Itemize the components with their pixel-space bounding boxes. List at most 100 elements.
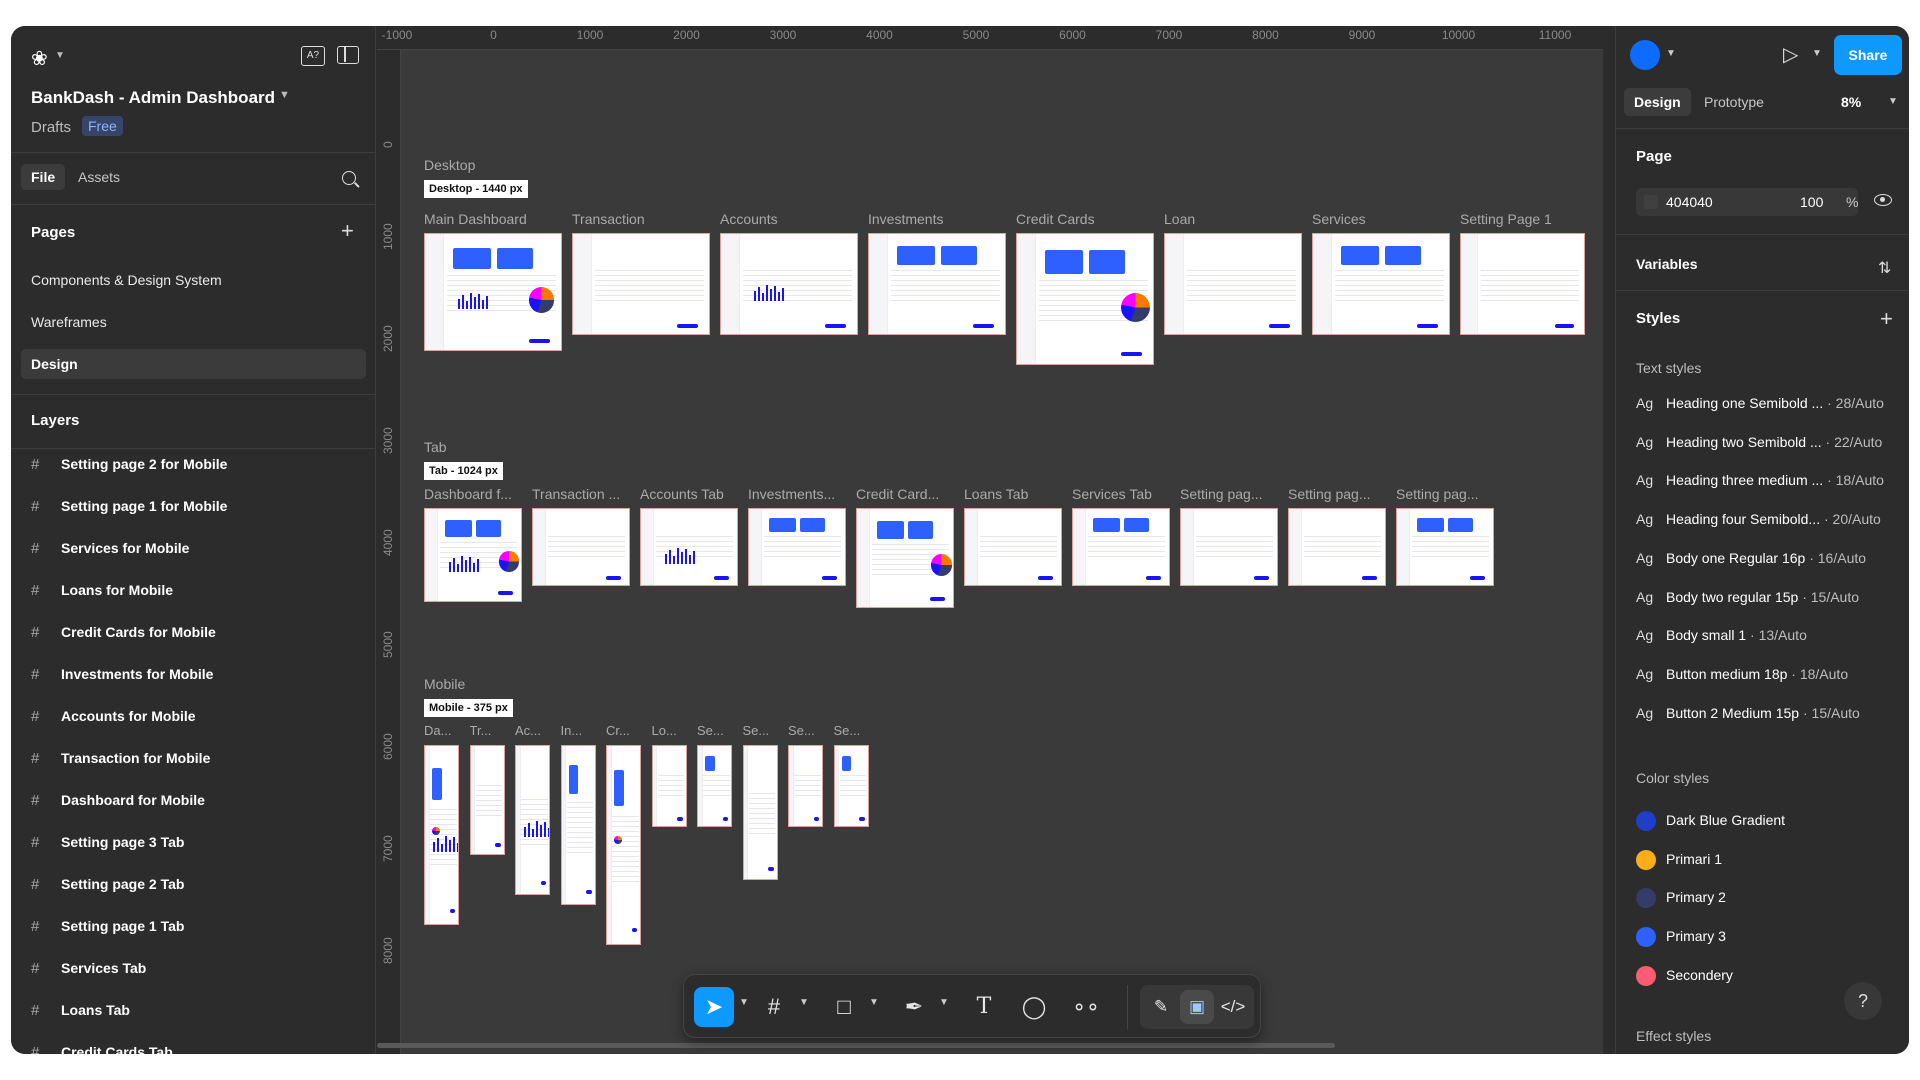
frame-thumbnail[interactable] — [469, 745, 505, 855]
frame-thumbnail[interactable] — [1312, 233, 1450, 335]
file-location[interactable]: Drafts — [31, 119, 71, 136]
frame-thumbnail[interactable] — [697, 745, 732, 827]
toggle-sidebar-icon[interactable] — [337, 46, 359, 64]
frame-label[interactable]: Cr... — [606, 723, 648, 738]
frame-label[interactable]: Setting pag... — [1396, 486, 1500, 502]
page-item[interactable]: Components & Design System — [21, 265, 366, 295]
frame-label[interactable]: Main Dashboard — [424, 211, 568, 227]
text-style-item[interactable]: Ag Body small 1 · 13/Auto — [1636, 627, 1807, 651]
frame-label[interactable]: Investments... — [748, 486, 852, 502]
frame-label[interactable]: Setting pag... — [1180, 486, 1284, 502]
design-canvas[interactable]: -1000 0 1000 2000 3000 4000 5000 6000 7000 8000 90… — [377, 26, 1603, 1054]
draw-mode-icon[interactable]: ✎ — [1144, 990, 1178, 1024]
chevron-down-icon[interactable]: ▼ — [1812, 48, 1822, 59]
frame-thumbnail[interactable] — [1016, 233, 1154, 365]
plan-badge[interactable]: Free — [82, 116, 123, 136]
frame-label[interactable]: Transaction — [572, 211, 716, 227]
eye-icon[interactable] — [1874, 194, 1892, 206]
layer-item[interactable]: # Setting page 3 Tab — [31, 834, 184, 858]
frame-thumbnail[interactable] — [424, 508, 522, 602]
share-button[interactable]: Share — [1834, 35, 1902, 75]
layer-item[interactable]: # Setting page 1 for Mobile — [31, 498, 227, 522]
frame-label[interactable]: Investments — [868, 211, 1012, 227]
frame-label[interactable]: Da... — [424, 723, 466, 738]
layer-item[interactable]: # Investments for Mobile — [31, 666, 213, 690]
frame-thumbnail[interactable] — [1180, 508, 1278, 586]
frame-thumbnail[interactable] — [868, 233, 1006, 335]
frame-thumbnail[interactable] — [572, 233, 710, 335]
text-style-item[interactable]: Ag Body two regular 15p · 15/Auto — [1636, 589, 1859, 613]
text-search-icon[interactable]: A? — [301, 46, 325, 66]
chevron-down-icon[interactable]: ▼ — [279, 89, 290, 101]
layer-item[interactable]: # Setting page 2 Tab — [31, 876, 184, 900]
frame-label[interactable]: Se... — [834, 723, 876, 738]
chevron-down-icon[interactable]: ▼ — [799, 997, 809, 1008]
frame-label[interactable]: In... — [561, 723, 603, 738]
tab-prototype[interactable]: Prototype — [1704, 94, 1764, 110]
frame-thumbnail[interactable] — [1396, 508, 1494, 586]
frame-label[interactable]: Services — [1312, 211, 1456, 227]
add-page-icon[interactable]: + — [341, 220, 354, 242]
layer-item[interactable]: # Credit Cards for Mobile — [31, 624, 216, 648]
frame-thumbnail[interactable] — [964, 508, 1062, 586]
frame-label[interactable]: Dashboard f... — [424, 486, 528, 502]
layer-item[interactable]: # Loans for Mobile — [31, 582, 173, 606]
text-style-item[interactable]: Ag Heading four Semibold... · 20/Auto — [1636, 511, 1881, 535]
chevron-down-icon[interactable]: ▼ — [1666, 48, 1676, 59]
frame-label[interactable]: Credit Cards — [1016, 211, 1160, 227]
dev-mode-icon[interactable]: </> — [1216, 990, 1250, 1024]
present-play-icon[interactable]: ▷ — [1783, 42, 1798, 67]
variables-heading[interactable]: Variables — [1636, 256, 1698, 272]
frame-label[interactable]: Setting Page 1 — [1460, 211, 1603, 227]
frame-thumbnail[interactable] — [742, 745, 778, 880]
frame-thumbnail[interactable] — [424, 233, 562, 351]
frame-thumbnail[interactable] — [748, 508, 846, 586]
text-style-item[interactable]: Ag Heading three medium ... · 18/Auto — [1636, 472, 1884, 496]
page-color-hex[interactable]: 404040 — [1666, 194, 1713, 210]
layer-item[interactable]: # Setting page 1 Tab — [31, 918, 184, 942]
frame-tool-icon[interactable]: # — [754, 987, 794, 1027]
text-tool-icon[interactable]: T — [964, 987, 1004, 1027]
frame-label[interactable]: Tr... — [470, 723, 512, 738]
size-badge-tab[interactable]: Tab - 1024 px — [424, 462, 503, 480]
tab-assets[interactable]: Assets — [78, 169, 120, 185]
horizontal-scrollbar[interactable] — [377, 1043, 1335, 1048]
frame-label[interactable]: Services Tab — [1072, 486, 1176, 502]
zoom-level[interactable]: 8% — [1841, 94, 1861, 110]
chevron-down-icon[interactable]: ▼ — [739, 997, 749, 1008]
frame-label[interactable]: Accounts Tab — [640, 486, 744, 502]
frame-thumbnail[interactable] — [606, 745, 641, 945]
add-style-icon[interactable]: + — [1880, 308, 1893, 330]
frame-thumbnail[interactable] — [651, 745, 687, 827]
user-avatar[interactable] — [1630, 40, 1660, 70]
frame-label[interactable]: Accounts — [720, 211, 864, 227]
frame-label[interactable]: Lo... — [652, 723, 694, 738]
layer-item[interactable]: # Transaction for Mobile — [31, 750, 210, 774]
size-badge-mobile[interactable]: Mobile - 375 px — [424, 699, 513, 717]
page-item-selected[interactable]: Design — [21, 349, 366, 379]
figma-logo-icon[interactable]: ❀ — [31, 46, 48, 71]
frame-thumbnail[interactable] — [424, 745, 459, 925]
chevron-down-icon[interactable]: ▼ — [939, 997, 949, 1008]
frame-label[interactable]: Loan — [1164, 211, 1308, 227]
frame-thumbnail[interactable] — [532, 508, 630, 586]
layer-item[interactable]: # Accounts for Mobile — [31, 708, 196, 732]
layer-item[interactable]: # Services Tab — [31, 960, 146, 984]
pen-tool-icon[interactable]: ✒ — [894, 987, 934, 1027]
frame-label[interactable]: Credit Card... — [856, 486, 960, 502]
text-style-item[interactable]: Ag Body one Regular 16p · 16/Auto — [1636, 550, 1866, 574]
chevron-down-icon[interactable]: ▼ — [55, 50, 65, 61]
chevron-down-icon[interactable]: ▼ — [1888, 96, 1898, 107]
frame-label[interactable]: Setting pag... — [1288, 486, 1392, 502]
page-background-field[interactable]: 404040 100 % — [1636, 188, 1858, 216]
rectangle-tool-icon[interactable]: □ — [824, 987, 864, 1027]
text-style-item[interactable]: Ag Heading one Semibold ... · 28/Auto — [1636, 395, 1884, 419]
tab-design[interactable]: Design — [1624, 88, 1691, 116]
frame-label[interactable]: Se... — [788, 723, 830, 738]
frame-thumbnail[interactable] — [856, 508, 954, 608]
frame-thumbnail[interactable] — [1288, 508, 1386, 586]
frame-thumbnail[interactable] — [720, 233, 858, 335]
tab-file[interactable]: File — [21, 164, 66, 190]
chevron-down-icon[interactable]: ▼ — [869, 997, 879, 1008]
layer-item[interactable]: # Services for Mobile — [31, 540, 189, 564]
